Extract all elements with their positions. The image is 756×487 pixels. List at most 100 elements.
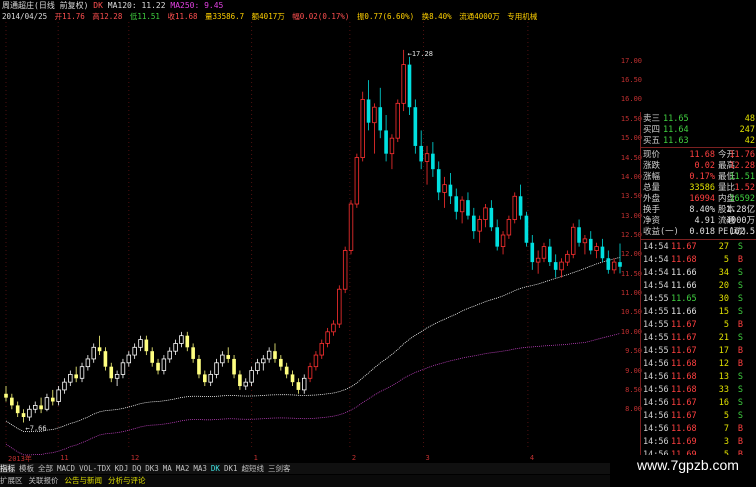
- candle[interactable]: [284, 362, 289, 379]
- candle[interactable]: [600, 238, 605, 263]
- candle[interactable]: [62, 378, 67, 394]
- candle[interactable]: [68, 370, 73, 387]
- candle[interactable]: [307, 362, 313, 383]
- candle[interactable]: [15, 401, 20, 418]
- candle[interactable]: [483, 204, 488, 228]
- candle[interactable]: [588, 231, 593, 255]
- candle[interactable]: [85, 355, 91, 371]
- candle[interactable]: [114, 370, 120, 387]
- candle[interactable]: [50, 389, 55, 406]
- candle[interactable]: [337, 285, 342, 328]
- candle[interactable]: [436, 161, 441, 201]
- candle[interactable]: [325, 327, 330, 348]
- candle[interactable]: [535, 250, 541, 274]
- candle[interactable]: [132, 343, 137, 359]
- indicator-tab[interactable]: DK1: [224, 464, 238, 473]
- candle[interactable]: [144, 335, 149, 356]
- extension-link[interactable]: 扩展区: [0, 476, 23, 485]
- candle[interactable]: [226, 347, 231, 363]
- candle[interactable]: [167, 347, 172, 363]
- indicator-tab[interactable]: MA2: [176, 464, 190, 473]
- candle[interactable]: [477, 215, 482, 243]
- candle[interactable]: [185, 331, 190, 352]
- candle[interactable]: [559, 258, 564, 278]
- indicator-tab[interactable]: DQ: [132, 464, 141, 473]
- indicator-tab[interactable]: VOL-TDX: [79, 464, 111, 473]
- candle[interactable]: [471, 207, 476, 239]
- candle[interactable]: [342, 246, 348, 294]
- candle[interactable]: [354, 153, 360, 208]
- candle[interactable]: [582, 235, 588, 255]
- indicator-tab[interactable]: MACD: [57, 464, 75, 473]
- candle[interactable]: [424, 145, 430, 185]
- candle[interactable]: [191, 343, 195, 363]
- candle[interactable]: [366, 80, 371, 131]
- indicator-tab[interactable]: KDJ: [115, 464, 129, 473]
- candle[interactable]: [489, 200, 494, 232]
- candle[interactable]: [4, 386, 8, 402]
- candle[interactable]: [238, 370, 242, 390]
- candle[interactable]: [611, 258, 617, 274]
- candle[interactable]: [302, 374, 307, 394]
- candle[interactable]: [512, 192, 517, 224]
- extension-link[interactable]: 公告与新闻: [65, 476, 103, 485]
- candle[interactable]: [500, 231, 506, 255]
- candle[interactable]: [459, 196, 465, 224]
- candle[interactable]: [290, 370, 295, 387]
- candle[interactable]: [313, 351, 319, 371]
- candle[interactable]: [448, 173, 453, 205]
- candle[interactable]: [389, 134, 395, 170]
- candle[interactable]: [179, 331, 184, 348]
- candle[interactable]: [348, 200, 354, 255]
- candle[interactable]: [506, 215, 512, 239]
- candle[interactable]: [21, 409, 26, 423]
- candle[interactable]: [530, 235, 535, 270]
- candle[interactable]: [203, 370, 207, 387]
- indicator-tab[interactable]: 模板: [19, 464, 34, 473]
- candle[interactable]: [266, 347, 272, 363]
- candle[interactable]: [232, 355, 236, 379]
- candle[interactable]: [541, 242, 547, 263]
- candle[interactable]: [109, 362, 114, 383]
- indicator-tab[interactable]: 三剑客: [268, 464, 291, 473]
- candle[interactable]: [273, 343, 277, 363]
- candle[interactable]: [261, 355, 266, 371]
- indicator-tab[interactable]: DK3: [145, 464, 159, 473]
- candle[interactable]: [360, 91, 365, 162]
- candle[interactable]: [319, 339, 324, 359]
- candle[interactable]: [10, 393, 14, 410]
- candle[interactable]: [249, 366, 254, 387]
- candle[interactable]: [384, 114, 388, 162]
- indicator-tab[interactable]: MA3: [193, 464, 207, 473]
- candle[interactable]: [27, 405, 32, 421]
- candle[interactable]: [150, 347, 155, 367]
- candle[interactable]: [44, 393, 50, 412]
- candle[interactable]: [331, 320, 336, 336]
- candle[interactable]: [548, 238, 552, 266]
- candle[interactable]: [419, 130, 423, 170]
- extension-link[interactable]: 分析与评论: [108, 476, 146, 485]
- candle[interactable]: [156, 358, 160, 375]
- candle[interactable]: [518, 184, 523, 220]
- candle[interactable]: [495, 219, 500, 251]
- candle[interactable]: [401, 49, 406, 112]
- candle[interactable]: [97, 335, 102, 356]
- candle[interactable]: [208, 370, 213, 387]
- candle[interactable]: [565, 250, 570, 266]
- candle[interactable]: [103, 347, 108, 371]
- candle[interactable]: [413, 99, 418, 154]
- candle[interactable]: [214, 358, 219, 379]
- candle[interactable]: [39, 397, 43, 414]
- candle[interactable]: [594, 242, 599, 259]
- candle[interactable]: [606, 250, 611, 274]
- candle[interactable]: [74, 366, 78, 383]
- candle[interactable]: [33, 401, 38, 414]
- candle[interactable]: [407, 56, 412, 115]
- candle[interactable]: [395, 99, 401, 143]
- candle[interactable]: [120, 358, 126, 379]
- candle[interactable]: [79, 362, 85, 383]
- candle[interactable]: [454, 188, 459, 220]
- candle[interactable]: [372, 103, 377, 154]
- candle[interactable]: [442, 176, 447, 208]
- candle[interactable]: [571, 223, 576, 259]
